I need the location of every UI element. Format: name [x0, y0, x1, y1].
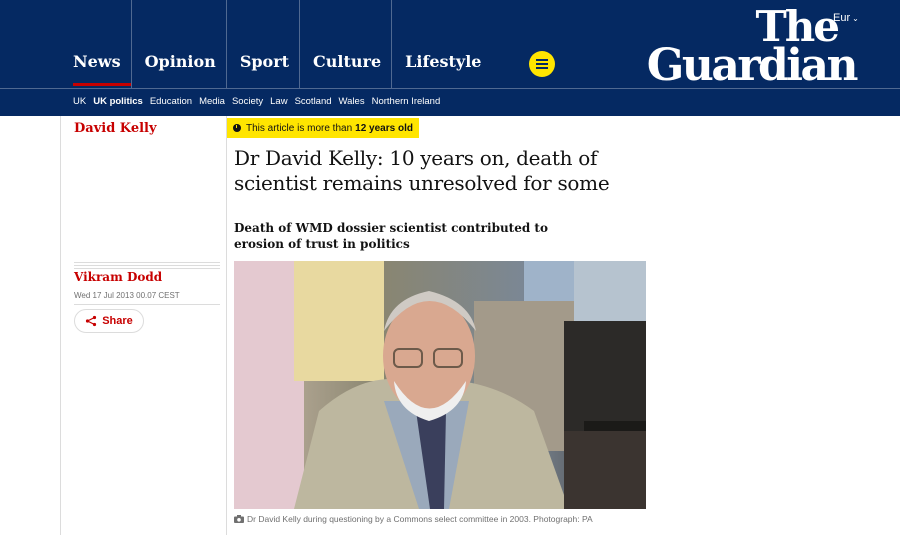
subnav-item-uk-politics[interactable]: UK politics — [93, 96, 143, 107]
article-main-image[interactable] — [234, 261, 646, 509]
photo-illustration — [234, 261, 646, 509]
divider — [74, 304, 220, 305]
guardian-logo[interactable]: The Guardian — [638, 6, 859, 91]
subnav-item-northern-ireland[interactable]: Northern Ireland — [372, 96, 441, 107]
camera-icon — [234, 515, 244, 523]
subnav-item-law[interactable]: Law — [270, 96, 287, 107]
pillar-opinion[interactable]: Opinion — [130, 0, 226, 88]
subnav-item-uk[interactable]: UK — [73, 96, 86, 107]
age-warning-badge: This article is more than 12 years old — [227, 118, 419, 138]
pillar-culture[interactable]: Culture — [299, 0, 391, 88]
share-icon — [86, 315, 97, 327]
standfirst: Death of WMD dossier scientist contribut… — [234, 221, 548, 251]
share-label: Share — [102, 315, 133, 327]
publish-date: Wed 17 Jul 2013 00.07 CEST — [74, 291, 180, 300]
menu-icon[interactable] — [529, 51, 555, 77]
pillar-lifestyle[interactable]: Lifestyle — [391, 0, 491, 88]
section-label[interactable]: David Kelly — [74, 121, 157, 136]
pillar-label: Opinion — [144, 52, 216, 71]
headline: Dr David Kelly: 10 years on, death of sc… — [234, 146, 610, 195]
pillar-label: Culture — [313, 52, 382, 71]
image-caption: Dr David Kelly during questioning by a C… — [234, 514, 593, 524]
logo-line-2: Guardian — [646, 40, 859, 91]
subnav-item-media[interactable]: Media — [199, 96, 225, 107]
caption-text: Dr David Kelly during questioning by a C… — [247, 514, 593, 524]
age-warning-text: This article is more than — [246, 122, 353, 134]
pillar-sport[interactable]: Sport — [225, 0, 299, 88]
divider — [74, 265, 220, 266]
divider — [74, 268, 220, 269]
subnav-item-society[interactable]: Society — [232, 96, 263, 107]
subnav-item-wales[interactable]: Wales — [339, 96, 365, 107]
clock-icon — [233, 124, 241, 132]
pillar-label: Sport — [239, 52, 290, 71]
pillar-label: Lifestyle — [405, 52, 482, 71]
subnav-item-scotland[interactable]: Scotland — [295, 96, 332, 107]
column-divider — [60, 116, 61, 535]
subnav-item-education[interactable]: Education — [150, 96, 192, 107]
sub-nav: UK UK politics Education Media Society L… — [0, 88, 900, 116]
author-byline[interactable]: Vikram Dodd — [74, 270, 162, 284]
age-warning-bold: 12 years old — [355, 122, 413, 134]
divider — [74, 262, 220, 263]
share-button[interactable]: Share — [74, 309, 144, 333]
pillar-news[interactable]: News — [60, 0, 131, 88]
pillar-label: News — [73, 52, 121, 71]
column-divider — [226, 116, 227, 535]
pillar-nav: News Opinion Sport Culture Lifestyle — [60, 0, 491, 88]
masthead: News Opinion Sport Culture Lifestyle Eur… — [0, 0, 900, 88]
